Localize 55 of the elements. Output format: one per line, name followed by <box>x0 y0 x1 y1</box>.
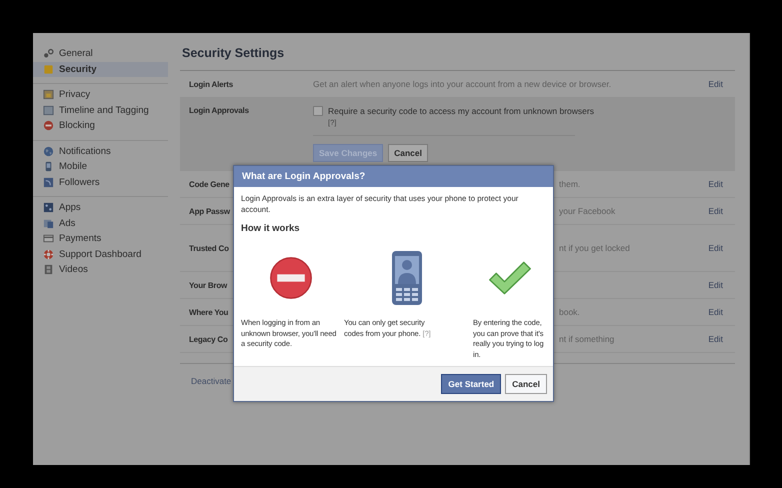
phone-icon <box>43 161 54 172</box>
sidebar-item[interactable]: Privacy <box>33 87 168 102</box>
ads-icon <box>43 218 54 229</box>
setting-description: nt if you get locked <box>559 243 630 253</box>
sidebar-item[interactable]: Support Dashboard <box>33 246 168 262</box>
option-label: Require a security code to access my account from unknown browsers <box>328 106 594 116</box>
edit-link[interactable]: Edit <box>695 280 735 290</box>
setting-label: App Passw <box>188 206 230 216</box>
setting-label: Where You <box>188 308 228 316</box>
edit-link[interactable]: Edit <box>695 179 735 189</box>
edit-link[interactable]: Edit <box>695 307 735 317</box>
no-entry-icon <box>268 255 314 302</box>
globe-icon <box>43 146 54 157</box>
setting-description: book. <box>559 307 580 317</box>
setting-description: Get an alert when anyone logs into your account from a new device or browser. <box>313 79 612 89</box>
sidebar-item[interactable]: Security <box>33 62 168 77</box>
setting-label: Login Approvals <box>188 106 249 115</box>
sidebar-item[interactable]: General <box>33 46 168 62</box>
setting-label: Login Alerts <box>188 80 233 88</box>
get-started-button[interactable]: Get Started <box>441 374 502 394</box>
edit-link[interactable]: Edit <box>695 243 735 253</box>
block-icon <box>43 120 54 132</box>
edit-link[interactable]: Edit <box>695 334 735 344</box>
section-heading: How it works <box>241 223 301 234</box>
sidebar-item[interactable]: Ads <box>33 216 168 231</box>
sidebar-item[interactable]: Notifications <box>33 144 168 159</box>
phone-icon <box>390 250 424 306</box>
apps-icon <box>43 202 54 214</box>
sidebar-item[interactable]: Followers <box>33 174 168 190</box>
feed-icon <box>43 176 54 188</box>
sidebar-item[interactable]: Payments <box>33 231 168 246</box>
card-icon <box>43 233 54 244</box>
sidebar-item[interactable]: Mobile <box>33 159 168 174</box>
setting-label: Your Brow <box>188 280 228 290</box>
deactivate-link[interactable]: Deactivate <box>180 364 232 386</box>
lifebuoy-icon <box>43 248 54 260</box>
sidebar-item[interactable]: Timeline and Tagging <box>33 102 168 118</box>
checkbox[interactable] <box>313 106 323 116</box>
setting-description: nt if something <box>559 334 614 344</box>
sidebar-item[interactable]: Videos <box>33 262 168 278</box>
setting-description: your Facebook <box>559 206 616 216</box>
setting-label: Trusted Co <box>188 244 229 252</box>
cancel-button[interactable]: Cancel <box>388 144 428 162</box>
gears-icon <box>43 48 54 60</box>
edit-link[interactable]: Edit <box>695 206 735 216</box>
cancel-button[interactable]: Cancel <box>505 374 547 394</box>
setting-label: Legacy Co <box>188 334 228 344</box>
edit-link[interactable]: Edit <box>695 79 735 89</box>
sidebar-item[interactable]: Apps <box>33 200 168 216</box>
dialog-title: What are Login Approvals? <box>234 166 553 187</box>
setting-label: Code Gene <box>188 180 230 188</box>
page-title: Security Settings <box>180 43 735 71</box>
film-icon <box>43 264 54 276</box>
setting-description: them. <box>559 179 580 189</box>
sidebar-item[interactable]: Blocking <box>33 118 168 134</box>
